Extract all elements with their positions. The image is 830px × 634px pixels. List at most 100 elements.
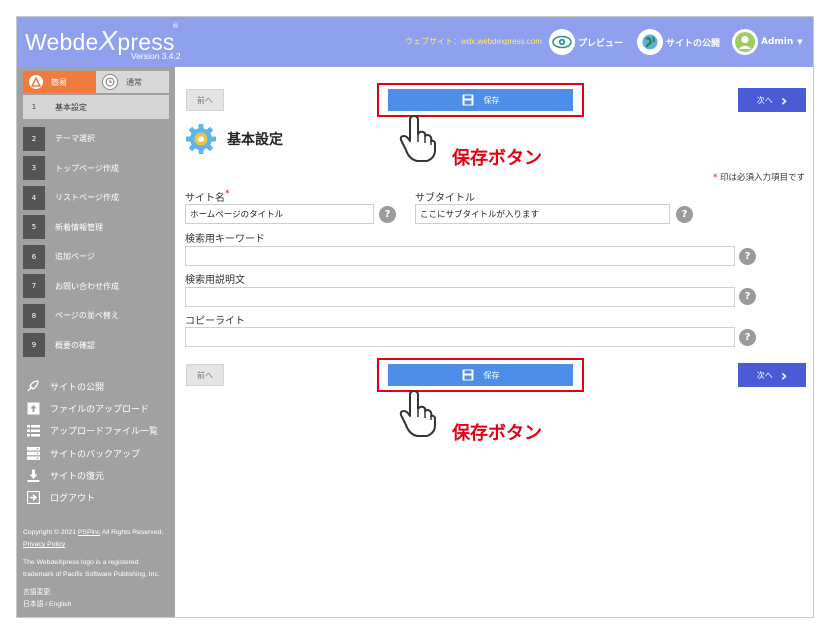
privacy-policy-link[interactable]: Privacy Policy [23, 541, 65, 548]
step-9-overview[interactable]: 9 概要の確認 [23, 331, 169, 361]
logo-x: X [98, 25, 118, 56]
floppy-disk-icon [462, 369, 474, 381]
step-1-basic-settings[interactable]: 1 基本設定 [23, 95, 169, 119]
tool-restore[interactable]: サイトの復元 [25, 464, 171, 486]
eye-icon [549, 29, 575, 55]
tool-publish-site[interactable]: サイトの公開 [25, 375, 171, 397]
site-name-label-text: サイト名 [185, 193, 225, 204]
preview-button[interactable]: プレビュー [549, 27, 623, 57]
site-name-label: サイト名* [185, 189, 230, 204]
mode-simple-tab[interactable]: 簡易 [23, 71, 96, 93]
mode-normal-tab[interactable]: 通常 [96, 71, 169, 93]
pointing-hand-icon [399, 115, 436, 162]
rights-text: All Rights Reserved. [100, 529, 164, 536]
simple-mode-icon [29, 75, 43, 89]
step-number: 3 [23, 156, 45, 181]
user-avatar-icon [732, 29, 758, 55]
logo-text: Webde [25, 29, 99, 55]
step-number: 8 [23, 303, 45, 328]
tool-label: アップロードファイル一覧 [50, 427, 159, 438]
copyright-label: コピーライト [185, 316, 245, 327]
save-label: 保存 [483, 370, 500, 380]
save-button-bottom[interactable]: 保存 [388, 364, 573, 386]
download-icon [25, 469, 41, 482]
next-label: 次へ [756, 370, 773, 380]
step-8-reorder[interactable]: 8 ページの並べ替え [23, 301, 169, 331]
prev-button-bottom[interactable]: 前へ [186, 364, 224, 386]
step-label: 追加ページ [55, 252, 95, 262]
chevron-right-icon: › [780, 90, 788, 110]
step-3-top-page[interactable]: 3 トップページ作成 [23, 154, 169, 184]
help-icon-description[interactable]: ? [739, 288, 756, 305]
save-label: 保存 [483, 95, 500, 105]
version-label: Version 3.4.2 [131, 51, 181, 61]
step-number: 6 [23, 244, 45, 269]
tool-file-upload[interactable]: ファイルのアップロード [25, 397, 171, 419]
step-label: 新着情報管理 [55, 222, 103, 232]
sidebar-footer: Copyright © 2021 PSPinc All Rights Reser… [23, 527, 169, 617]
tool-label: ログアウト [50, 494, 96, 505]
step-4-list-page[interactable]: 4 リストページ作成 [23, 183, 169, 213]
required-star: * [225, 189, 230, 199]
clock-icon [102, 74, 118, 90]
company-link[interactable]: PSPinc [78, 529, 100, 536]
help-icon-site-name[interactable]: ? [379, 206, 396, 223]
mode-simple-label: 簡易 [51, 77, 67, 87]
required-note-text: 印は必須入力項目です [717, 173, 805, 183]
tool-links: サイトの公開 ファイルのアップロード アップロードファイル一覧 サイトのバックア… [25, 375, 171, 509]
tool-label: サイトの復元 [50, 471, 105, 482]
step-7-contact[interactable]: 7 お問い合わせ作成 [23, 272, 169, 302]
chevron-right-icon: › [780, 365, 788, 385]
copyright-text: Copyright © 2021 PSPinc All Rights Reser… [23, 527, 169, 551]
mode-normal-label: 通常 [126, 77, 142, 87]
tool-label: サイトの公開 [50, 382, 105, 393]
copyright-input[interactable] [185, 327, 735, 347]
page-title: 基本設定 [227, 132, 283, 148]
site-name-input[interactable] [185, 204, 374, 224]
logout-icon [25, 491, 41, 505]
admin-menu[interactable]: Admin ▼ [732, 27, 803, 57]
step-label: リストページ作成 [55, 193, 119, 203]
step-label: テーマ選択 [55, 134, 95, 144]
prev-label: 前へ [197, 370, 213, 380]
help-icon-keywords[interactable]: ? [739, 248, 756, 265]
sidebar: 簡易 通常 1 基本設定 2 テーマ選択 3 トップページ作成 4 リストページ… [17, 67, 175, 617]
step-list: 1 基本設定 2 テーマ選択 3 トップページ作成 4 リストページ作成 5 新… [23, 95, 169, 360]
description-label: 検索用説明文 [185, 275, 245, 286]
gear-icon [186, 124, 216, 154]
help-icon-copyright[interactable]: ? [739, 329, 756, 346]
globe-icon [637, 29, 663, 55]
site-url-link[interactable]: ウェブサイト：wdx.webdexpress.com [405, 36, 542, 47]
tool-uploaded-files[interactable]: アップロードファイル一覧 [25, 420, 171, 442]
copyright-prefix: Copyright © 2021 [23, 529, 78, 536]
next-button-bottom[interactable]: 次へ › [738, 363, 806, 387]
subtitle-label: サブタイトル [415, 193, 475, 204]
subtitle-input[interactable] [415, 204, 670, 224]
save-button-top[interactable]: 保存 [388, 89, 573, 111]
tool-backup[interactable]: サイトのバックアップ [25, 442, 171, 464]
step-number: 2 [23, 126, 45, 151]
tool-label: サイトのバックアップ [50, 449, 141, 460]
tool-logout[interactable]: ログアウト [25, 486, 171, 508]
prev-button-top[interactable]: 前へ [186, 89, 224, 111]
keywords-input[interactable] [185, 246, 735, 266]
step-6-extra-page[interactable]: 6 追加ページ [23, 242, 169, 272]
floppy-disk-icon [462, 94, 474, 106]
step-number: 7 [23, 274, 45, 299]
next-label: 次へ [756, 95, 773, 105]
step-2-theme[interactable]: 2 テーマ選択 [23, 124, 169, 154]
preview-label: プレビュー [578, 38, 624, 49]
pointing-hand-icon [399, 390, 436, 437]
rocket-icon [25, 379, 41, 393]
help-icon-subtitle[interactable]: ? [676, 206, 693, 223]
main-content: 前へ 保存 次へ › 保存ボタン 基本設定 * 印は必須入力項目です サイト名*… [175, 67, 813, 617]
step-number: 1 [23, 95, 45, 119]
next-button-top[interactable]: 次へ › [738, 88, 806, 112]
step-5-news[interactable]: 5 新着情報管理 [23, 213, 169, 243]
app-window: WebdeXpress ® Version 3.4.2 ウェブサイト：wdx.w… [16, 16, 814, 618]
publish-button[interactable]: サイトの公開 [637, 27, 720, 57]
step-label: 基本設定 [55, 102, 87, 112]
backup-icon [25, 446, 41, 460]
description-input[interactable] [185, 287, 735, 307]
language-links[interactable]: 日本語 / English [23, 599, 169, 611]
